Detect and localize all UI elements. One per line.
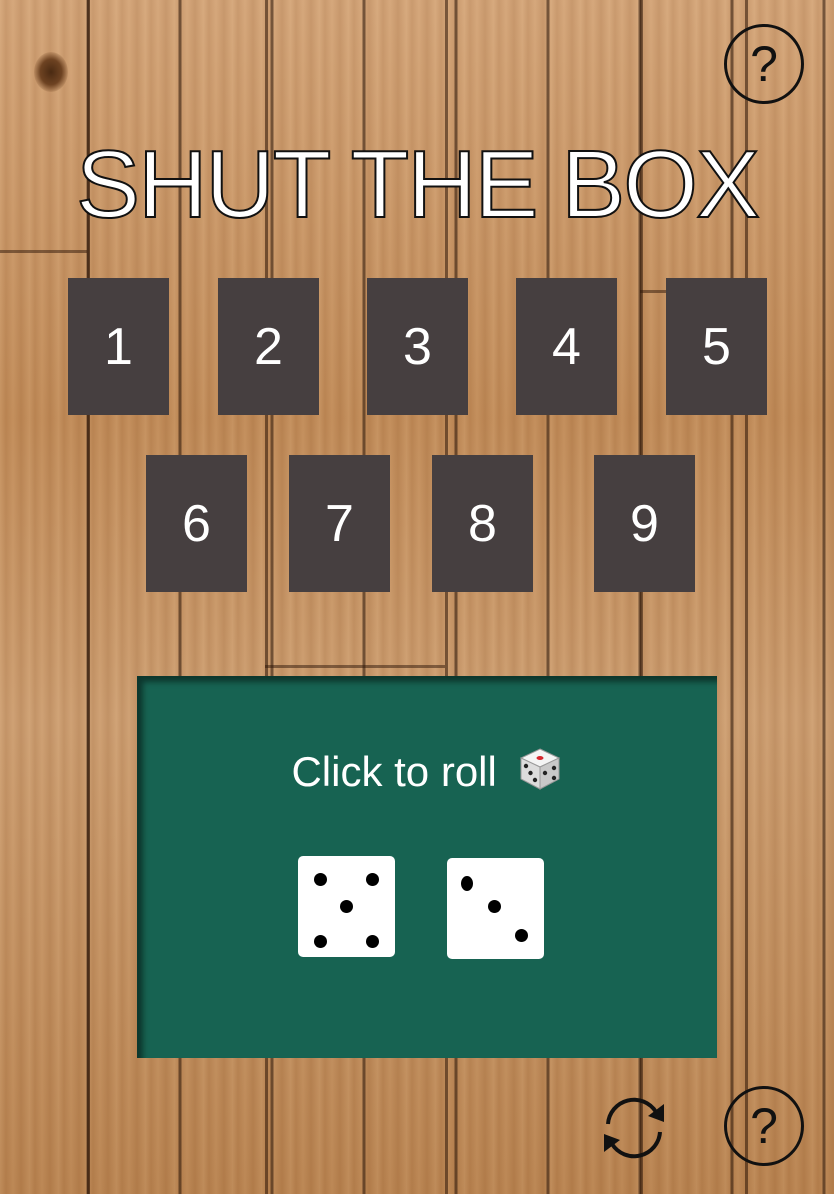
refresh-icon[interactable] xyxy=(594,1088,674,1168)
tile-9[interactable]: 9 xyxy=(594,455,695,592)
dice-tray[interactable]: Click to roll xyxy=(137,676,717,1058)
roll-label-text: Click to roll xyxy=(291,748,497,795)
die-pip xyxy=(461,876,473,891)
tile-2[interactable]: 2 xyxy=(218,278,319,415)
game-die-icon xyxy=(517,746,563,803)
die-2 xyxy=(447,858,544,959)
page-title: SHUT THE BOX xyxy=(75,130,761,239)
die-pip xyxy=(488,900,501,913)
die-1 xyxy=(298,856,395,957)
tile-5[interactable]: 5 xyxy=(666,278,767,415)
die-pip xyxy=(515,929,528,942)
question-circle-icon: ? xyxy=(750,1098,778,1154)
help-button-bottom[interactable]: ? xyxy=(724,1086,804,1166)
question-circle-icon: ? xyxy=(750,36,778,92)
die-pip xyxy=(366,935,379,948)
wood-knot xyxy=(34,52,68,92)
tile-8[interactable]: 8 xyxy=(432,455,533,592)
die-pip xyxy=(314,873,327,886)
die-pip xyxy=(340,900,353,913)
tile-7[interactable]: 7 xyxy=(289,455,390,592)
die-pip xyxy=(314,935,327,948)
roll-prompt[interactable]: Click to roll xyxy=(137,746,717,803)
tile-1[interactable]: 1 xyxy=(68,278,169,415)
tile-4[interactable]: 4 xyxy=(516,278,617,415)
tile-6[interactable]: 6 xyxy=(146,455,247,592)
tile-3[interactable]: 3 xyxy=(367,278,468,415)
help-button[interactable]: ? xyxy=(724,24,804,104)
die-pip xyxy=(366,873,379,886)
